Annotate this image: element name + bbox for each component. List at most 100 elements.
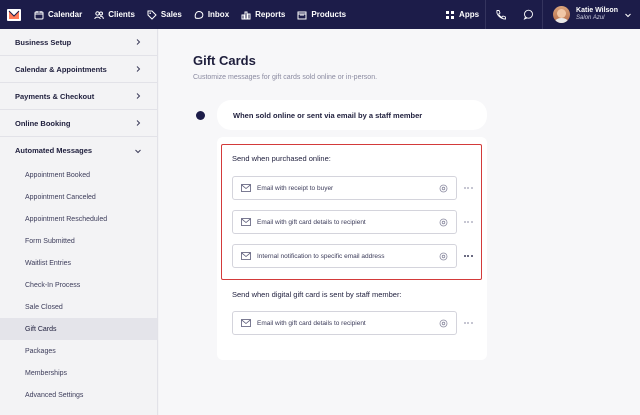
email-row-internal-notification[interactable]: Internal notification to specific email … [232, 244, 457, 268]
dot [463, 221, 466, 223]
section-header-online-email: When sold online or sent via email by a … [217, 100, 487, 130]
timeline-dot [196, 111, 205, 120]
sidebar-item-advanced-settings[interactable]: Advanced Settings [0, 384, 157, 406]
chevron-right-icon [136, 39, 141, 45]
mail-icon [241, 218, 251, 226]
top-navigation-bar: Calendar Clients Sales Inbox Reports Pro… [0, 0, 640, 29]
phone-icon [495, 10, 506, 20]
page-subtitle: Customize messages for gift cards sold o… [193, 74, 378, 81]
dot [470, 187, 473, 189]
chevron-down-icon [135, 149, 141, 153]
sidebar-section-business-setup[interactable]: Business Setup [0, 29, 157, 56]
mail-icon [241, 252, 251, 260]
inbox-icon [194, 10, 204, 19]
dot [470, 221, 473, 223]
gear-icon[interactable] [439, 218, 448, 227]
page-title: Gift Cards [193, 53, 256, 68]
chevron-right-icon [136, 66, 141, 72]
sidebar-item-memberships[interactable]: Memberships [0, 362, 157, 384]
group-label-online: Send when purchased online: [232, 154, 331, 163]
more-options-button[interactable] [462, 318, 474, 328]
sidebar-section-label: Calendar & Appointments [15, 64, 107, 74]
more-options-button[interactable] [462, 251, 474, 261]
dot [463, 322, 466, 324]
main-content: Gift Cards Customize messages for gift c… [159, 29, 640, 415]
chat-bubble-icon [523, 9, 533, 20]
email-row-staff-recipient-details[interactable]: Email with gift card details to recipien… [232, 311, 457, 335]
nav-apps-label: Apps [459, 10, 480, 19]
dot [470, 322, 473, 324]
sidebar-section-label: Online Booking [15, 118, 71, 128]
nav-products-label: Products [311, 10, 347, 19]
sidebar-item-waitlist-entries[interactable]: Waitlist Entries [0, 252, 157, 274]
nav-clients[interactable]: Clients [88, 0, 141, 29]
nav-reports-label: Reports [255, 10, 286, 19]
nav-calendar-label: Calendar [48, 10, 83, 19]
more-options-button[interactable] [462, 183, 474, 193]
user-business: Salon Azul [576, 15, 605, 22]
nav-apps[interactable]: Apps [439, 0, 485, 29]
nav-sales-label: Sales [160, 10, 182, 19]
user-menu[interactable]: Katie Wilson Salon Azul [543, 0, 640, 29]
chevron-right-icon [136, 93, 141, 99]
sidebar-item-check-in-process[interactable]: Check-In Process [0, 274, 157, 296]
gear-icon[interactable] [439, 319, 448, 328]
sales-tag-icon [147, 10, 157, 20]
chevron-down-icon [625, 13, 631, 17]
group-label-staff: Send when digital gift card is sent by s… [232, 290, 402, 299]
sidebar-item-form-submitted[interactable]: Form Submitted [0, 230, 157, 252]
sidebar-item-packages[interactable]: Packages [0, 340, 157, 362]
dot [467, 221, 469, 223]
email-row-label: Internal notification to specific email … [257, 252, 385, 260]
nav-products[interactable]: Products [291, 0, 352, 29]
dot [467, 187, 469, 189]
sidebar-section-automated-messages[interactable]: Automated Messages [0, 137, 157, 164]
dot [463, 187, 466, 189]
sidebar-section-label: Payments & Checkout [15, 91, 95, 101]
sidebar-section-online-booking[interactable]: Online Booking [0, 110, 157, 137]
chevron-right-icon [136, 120, 141, 126]
sidebar-section-label: Automated Messages [15, 146, 93, 155]
email-row-recipient-details[interactable]: Email with gift card details to recipien… [232, 210, 457, 234]
sidebar-item-sale-closed[interactable]: Sale Closed [0, 296, 157, 318]
calendar-icon [34, 10, 44, 19]
dot [467, 255, 469, 257]
products-box-icon [297, 11, 307, 19]
avatar [553, 6, 571, 23]
user-info: Katie Wilson Salon Azul [576, 7, 618, 21]
sidebar-item-appointment-rescheduled[interactable]: Appointment Rescheduled [0, 208, 157, 230]
nav-sales[interactable]: Sales [141, 0, 188, 29]
dot [467, 322, 469, 324]
phone-button[interactable] [486, 0, 514, 29]
app-logo[interactable] [0, 0, 28, 29]
sidebar-item-appointment-booked[interactable]: Appointment Booked [0, 164, 157, 186]
sidebar-section-payments-checkout[interactable]: Payments & Checkout [0, 83, 157, 110]
dot [470, 255, 473, 257]
mail-icon [241, 184, 251, 192]
apps-grid-icon [446, 10, 455, 19]
chat-button[interactable] [514, 0, 542, 29]
settings-sidebar: Business Setup Calendar & Appointments P… [0, 29, 158, 415]
nav-clients-label: Clients [108, 10, 135, 19]
email-row-label: Email with receipt to buyer [257, 184, 334, 192]
nav-inbox-label: Inbox [207, 10, 230, 19]
user-name: Katie Wilson [576, 7, 618, 15]
logo-icon [7, 8, 21, 21]
sidebar-section-label: Business Setup [15, 37, 72, 47]
email-row-receipt-buyer[interactable]: Email with receipt to buyer [232, 176, 457, 200]
sidebar-section-calendar-appointments[interactable]: Calendar & Appointments [0, 56, 157, 83]
nav-inbox[interactable]: Inbox [188, 0, 235, 29]
reports-chart-icon [241, 11, 251, 19]
clients-icon [94, 10, 105, 19]
mail-icon [241, 319, 251, 327]
sidebar-item-gift-cards[interactable]: Gift Cards [0, 318, 157, 340]
dot [463, 255, 466, 257]
email-row-label: Email with gift card details to recipien… [257, 319, 366, 327]
more-options-button[interactable] [462, 217, 474, 227]
email-row-label: Email with gift card details to recipien… [257, 218, 366, 226]
gear-icon[interactable] [439, 184, 448, 193]
sidebar-item-appointment-canceled[interactable]: Appointment Canceled [0, 186, 157, 208]
nav-calendar[interactable]: Calendar [28, 0, 88, 29]
nav-reports[interactable]: Reports [235, 0, 291, 29]
gear-icon[interactable] [439, 252, 448, 261]
